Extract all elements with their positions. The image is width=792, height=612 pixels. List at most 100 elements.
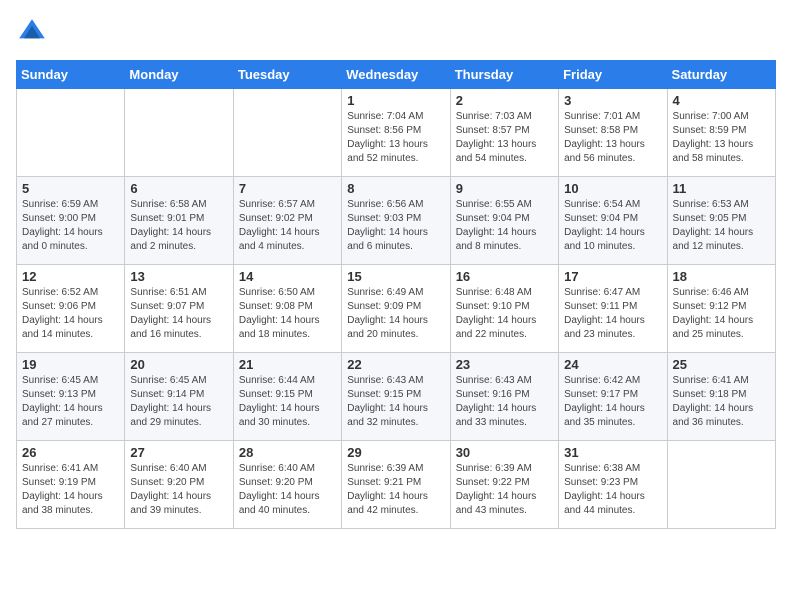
day-number: 27 — [130, 445, 227, 460]
calendar-header-row: SundayMondayTuesdayWednesdayThursdayFrid… — [17, 61, 776, 89]
day-number: 13 — [130, 269, 227, 284]
day-info: Sunrise: 6:40 AMSunset: 9:20 PMDaylight:… — [130, 462, 227, 518]
day-number: 4 — [673, 93, 770, 108]
day-info: Sunrise: 6:48 AMSunset: 9:10 PMDaylight:… — [456, 286, 553, 342]
calendar-cell: 23Sunrise: 6:43 AMSunset: 9:16 PMDayligh… — [450, 353, 558, 441]
column-header-wednesday: Wednesday — [342, 61, 450, 89]
day-number: 1 — [347, 93, 444, 108]
day-info: Sunrise: 6:42 AMSunset: 9:17 PMDaylight:… — [564, 374, 661, 430]
day-number: 29 — [347, 445, 444, 460]
column-header-sunday: Sunday — [17, 61, 125, 89]
day-number: 11 — [673, 181, 770, 196]
calendar-cell: 7 Sunrise: 6:57 AMSunset: 9:02 PMDaylight… — [233, 177, 341, 265]
day-info: Sunrise: 7:01 AMSunset: 8:58 PMDaylight:… — [564, 110, 661, 166]
day-number: 8 — [347, 181, 444, 196]
column-header-friday: Friday — [559, 61, 667, 89]
day-number: 6 — [130, 181, 227, 196]
calendar-cell: 30 Sunrise: 6:39 AMSunset: 9:22 PMDayligh… — [450, 441, 558, 529]
day-info: Sunrise: 6:50 AMSunset: 9:08 PMDaylight:… — [239, 286, 336, 342]
calendar-cell: 31Sunrise: 6:38 AMSunset: 9:23 PMDayligh… — [559, 441, 667, 529]
day-info: Sunrise: 6:41 AMSunset: 9:18 PMDaylight:… — [673, 374, 770, 430]
day-info: Sunrise: 6:39 AMSunset: 9:21 PMDaylight:… — [347, 462, 444, 518]
calendar-cell: 2Sunrise: 7:03 AMSunset: 8:57 PMDaylight… — [450, 89, 558, 177]
calendar-cell: 16 Sunrise: 6:48 AMSunset: 9:10 PMDayligh… — [450, 265, 558, 353]
day-info: Sunrise: 6:43 AMSunset: 9:15 PMDaylight:… — [347, 374, 444, 430]
day-info: Sunrise: 6:47 AMSunset: 9:11 PMDaylight:… — [564, 286, 661, 342]
calendar-cell: 24 Sunrise: 6:42 AMSunset: 9:17 PMDayligh… — [559, 353, 667, 441]
day-info: Sunrise: 6:54 AMSunset: 9:04 PMDaylight:… — [564, 198, 661, 254]
week-row-5: 26 Sunrise: 6:41 AMSunset: 9:19 PMDayligh… — [17, 441, 776, 529]
column-header-saturday: Saturday — [667, 61, 775, 89]
day-number: 3 — [564, 93, 661, 108]
calendar-cell: 20 Sunrise: 6:45 AMSunset: 9:14 PMDayligh… — [125, 353, 233, 441]
day-info: Sunrise: 6:52 AMSunset: 9:06 PMDaylight:… — [22, 286, 119, 342]
calendar-cell: 22 Sunrise: 6:43 AMSunset: 9:15 PMDayligh… — [342, 353, 450, 441]
calendar-cell: 10 Sunrise: 6:54 AMSunset: 9:04 PMDayligh… — [559, 177, 667, 265]
day-info: Sunrise: 6:45 AMSunset: 9:13 PMDaylight:… — [22, 374, 119, 430]
day-info: Sunrise: 6:49 AMSunset: 9:09 PMDaylight:… — [347, 286, 444, 342]
calendar-cell: 3 Sunrise: 7:01 AMSunset: 8:58 PMDaylight… — [559, 89, 667, 177]
day-number: 25 — [673, 357, 770, 372]
calendar-cell: 25 Sunrise: 6:41 AMSunset: 9:18 PMDayligh… — [667, 353, 775, 441]
calendar-cell: 8Sunrise: 6:56 AMSunset: 9:03 PMDaylight… — [342, 177, 450, 265]
calendar-cell: 11 Sunrise: 6:53 AMSunset: 9:05 PMDayligh… — [667, 177, 775, 265]
day-info: Sunrise: 7:03 AMSunset: 8:57 PMDaylight:… — [456, 110, 553, 166]
week-row-1: 1 Sunrise: 7:04 AMSunset: 8:56 PMDaylight… — [17, 89, 776, 177]
calendar-cell: 4 Sunrise: 7:00 AMSunset: 8:59 PMDaylight… — [667, 89, 775, 177]
calendar-cell: 9 Sunrise: 6:55 AMSunset: 9:04 PMDaylight… — [450, 177, 558, 265]
day-info: Sunrise: 6:46 AMSunset: 9:12 PMDaylight:… — [673, 286, 770, 342]
calendar-cell: 28Sunrise: 6:40 AMSunset: 9:20 PMDayligh… — [233, 441, 341, 529]
week-row-4: 19 Sunrise: 6:45 AMSunset: 9:13 PMDayligh… — [17, 353, 776, 441]
day-number: 23 — [456, 357, 553, 372]
week-row-2: 5 Sunrise: 6:59 AMSunset: 9:00 PMDaylight… — [17, 177, 776, 265]
day-number: 19 — [22, 357, 119, 372]
calendar-cell: 19 Sunrise: 6:45 AMSunset: 9:13 PMDayligh… — [17, 353, 125, 441]
day-number: 15 — [347, 269, 444, 284]
day-number: 20 — [130, 357, 227, 372]
day-info: Sunrise: 6:51 AMSunset: 9:07 PMDaylight:… — [130, 286, 227, 342]
calendar-table: SundayMondayTuesdayWednesdayThursdayFrid… — [16, 60, 776, 529]
day-info: Sunrise: 6:41 AMSunset: 9:19 PMDaylight:… — [22, 462, 119, 518]
day-number: 18 — [673, 269, 770, 284]
day-info: Sunrise: 6:55 AMSunset: 9:04 PMDaylight:… — [456, 198, 553, 254]
calendar-cell: 21Sunrise: 6:44 AMSunset: 9:15 PMDayligh… — [233, 353, 341, 441]
day-number: 26 — [22, 445, 119, 460]
calendar-cell: 17Sunrise: 6:47 AMSunset: 9:11 PMDayligh… — [559, 265, 667, 353]
day-number: 24 — [564, 357, 661, 372]
day-info: Sunrise: 6:57 AMSunset: 9:02 PMDaylight:… — [239, 198, 336, 254]
day-info: Sunrise: 6:53 AMSunset: 9:05 PMDaylight:… — [673, 198, 770, 254]
day-number: 5 — [22, 181, 119, 196]
day-info: Sunrise: 6:45 AMSunset: 9:14 PMDaylight:… — [130, 374, 227, 430]
calendar-cell — [17, 89, 125, 177]
day-number: 12 — [22, 269, 119, 284]
calendar-cell: 12 Sunrise: 6:52 AMSunset: 9:06 PMDayligh… — [17, 265, 125, 353]
calendar-cell: 27 Sunrise: 6:40 AMSunset: 9:20 PMDayligh… — [125, 441, 233, 529]
calendar-cell: 6 Sunrise: 6:58 AMSunset: 9:01 PMDaylight… — [125, 177, 233, 265]
calendar-cell: 14 Sunrise: 6:50 AMSunset: 9:08 PMDayligh… — [233, 265, 341, 353]
day-info: Sunrise: 7:04 AMSunset: 8:56 PMDaylight:… — [347, 110, 444, 166]
column-header-monday: Monday — [125, 61, 233, 89]
calendar-cell: 26 Sunrise: 6:41 AMSunset: 9:19 PMDayligh… — [17, 441, 125, 529]
day-number: 16 — [456, 269, 553, 284]
day-number: 28 — [239, 445, 336, 460]
day-info: Sunrise: 6:59 AMSunset: 9:00 PMDaylight:… — [22, 198, 119, 254]
day-info: Sunrise: 6:39 AMSunset: 9:22 PMDaylight:… — [456, 462, 553, 518]
day-info: Sunrise: 6:58 AMSunset: 9:01 PMDaylight:… — [130, 198, 227, 254]
calendar-cell — [233, 89, 341, 177]
day-number: 14 — [239, 269, 336, 284]
day-number: 9 — [456, 181, 553, 196]
calendar-cell — [125, 89, 233, 177]
calendar-cell: 18 Sunrise: 6:46 AMSunset: 9:12 PMDayligh… — [667, 265, 775, 353]
day-info: Sunrise: 6:38 AMSunset: 9:23 PMDaylight:… — [564, 462, 661, 518]
day-number: 21 — [239, 357, 336, 372]
day-number: 22 — [347, 357, 444, 372]
calendar-cell: 13 Sunrise: 6:51 AMSunset: 9:07 PMDayligh… — [125, 265, 233, 353]
day-number: 10 — [564, 181, 661, 196]
column-header-tuesday: Tuesday — [233, 61, 341, 89]
day-info: Sunrise: 7:00 AMSunset: 8:59 PMDaylight:… — [673, 110, 770, 166]
logo — [16, 16, 50, 48]
day-number: 7 — [239, 181, 336, 196]
week-row-3: 12 Sunrise: 6:52 AMSunset: 9:06 PMDayligh… — [17, 265, 776, 353]
day-number: 30 — [456, 445, 553, 460]
logo-icon — [16, 16, 48, 48]
